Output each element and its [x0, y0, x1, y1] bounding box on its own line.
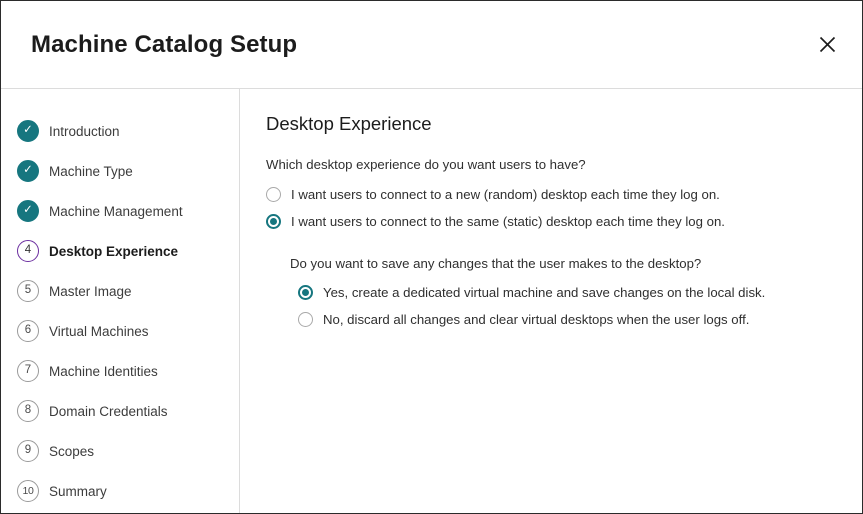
sidebar-item-master-image[interactable]: 5 Master Image	[1, 271, 239, 311]
radio-option-label: I want users to connect to a new (random…	[291, 187, 720, 202]
save-changes-radio-group: Yes, create a dedicated virtual machine …	[290, 280, 834, 332]
step-label: Summary	[49, 484, 107, 499]
radio-option-label: No, discard all changes and clear virtua…	[323, 312, 749, 327]
sidebar-item-desktop-experience[interactable]: 4 Desktop Experience	[1, 231, 239, 271]
radio-checked-icon[interactable]	[298, 285, 313, 300]
sidebar-item-introduction[interactable]: ✓ Introduction	[1, 111, 239, 151]
page-title: Machine Catalog Setup	[31, 31, 297, 59]
dialog-header: Machine Catalog Setup	[1, 1, 862, 89]
sidebar-item-summary[interactable]: 10 Summary	[1, 471, 239, 511]
sidebar-item-machine-type[interactable]: ✓ Machine Type	[1, 151, 239, 191]
sidebar-item-machine-management[interactable]: ✓ Machine Management	[1, 191, 239, 231]
step-complete-check-icon: ✓	[17, 120, 39, 142]
step-label: Machine Type	[49, 164, 133, 179]
step-number-badge: 8	[17, 400, 39, 422]
step-number-badge: 9	[17, 440, 39, 462]
sidebar-item-machine-identities[interactable]: 7 Machine Identities	[1, 351, 239, 391]
main-panel: Desktop Experience Which desktop experie…	[240, 89, 862, 513]
radio-option-static-desktop[interactable]: I want users to connect to the same (sta…	[266, 209, 834, 234]
desktop-experience-radio-group: I want users to connect to a new (random…	[266, 182, 834, 234]
close-button[interactable]	[810, 28, 844, 62]
step-label: Machine Management	[49, 204, 183, 219]
secondary-question-label: Do you want to save any changes that the…	[290, 256, 834, 271]
step-complete-check-icon: ✓	[17, 160, 39, 182]
step-number-badge: 6	[17, 320, 39, 342]
primary-question-label: Which desktop experience do you want use…	[266, 157, 834, 172]
radio-option-label: I want users to connect to the same (sta…	[291, 214, 725, 229]
close-icon	[819, 36, 836, 53]
step-label: Domain Credentials	[49, 404, 168, 419]
radio-option-save-changes-yes[interactable]: Yes, create a dedicated virtual machine …	[298, 280, 834, 305]
step-complete-check-icon: ✓	[17, 200, 39, 222]
dialog-body: ✓ Introduction ✓ Machine Type ✓ Machine …	[1, 89, 862, 513]
step-label: Scopes	[49, 444, 94, 459]
section-heading: Desktop Experience	[266, 113, 834, 135]
step-number-badge: 5	[17, 280, 39, 302]
sidebar-item-scopes[interactable]: 9 Scopes	[1, 431, 239, 471]
step-number-badge: 10	[17, 480, 39, 502]
radio-option-label: Yes, create a dedicated virtual machine …	[323, 285, 765, 300]
step-label: Introduction	[49, 124, 120, 139]
wizard-step-list: ✓ Introduction ✓ Machine Type ✓ Machine …	[1, 89, 240, 513]
machine-catalog-setup-dialog: Machine Catalog Setup ✓ Introduction ✓ M…	[0, 0, 863, 514]
radio-unchecked-icon[interactable]	[266, 187, 281, 202]
step-label: Desktop Experience	[49, 244, 178, 259]
sidebar-item-domain-credentials[interactable]: 8 Domain Credentials	[1, 391, 239, 431]
step-number-badge: 4	[17, 240, 39, 262]
step-label: Machine Identities	[49, 364, 158, 379]
save-changes-subsection: Do you want to save any changes that the…	[266, 256, 834, 332]
sidebar-item-virtual-machines[interactable]: 6 Virtual Machines	[1, 311, 239, 351]
radio-option-random-desktop[interactable]: I want users to connect to a new (random…	[266, 182, 834, 207]
radio-unchecked-icon[interactable]	[298, 312, 313, 327]
step-label: Virtual Machines	[49, 324, 149, 339]
step-label: Master Image	[49, 284, 132, 299]
step-number-badge: 7	[17, 360, 39, 382]
radio-option-save-changes-no[interactable]: No, discard all changes and clear virtua…	[298, 307, 834, 332]
radio-checked-icon[interactable]	[266, 214, 281, 229]
